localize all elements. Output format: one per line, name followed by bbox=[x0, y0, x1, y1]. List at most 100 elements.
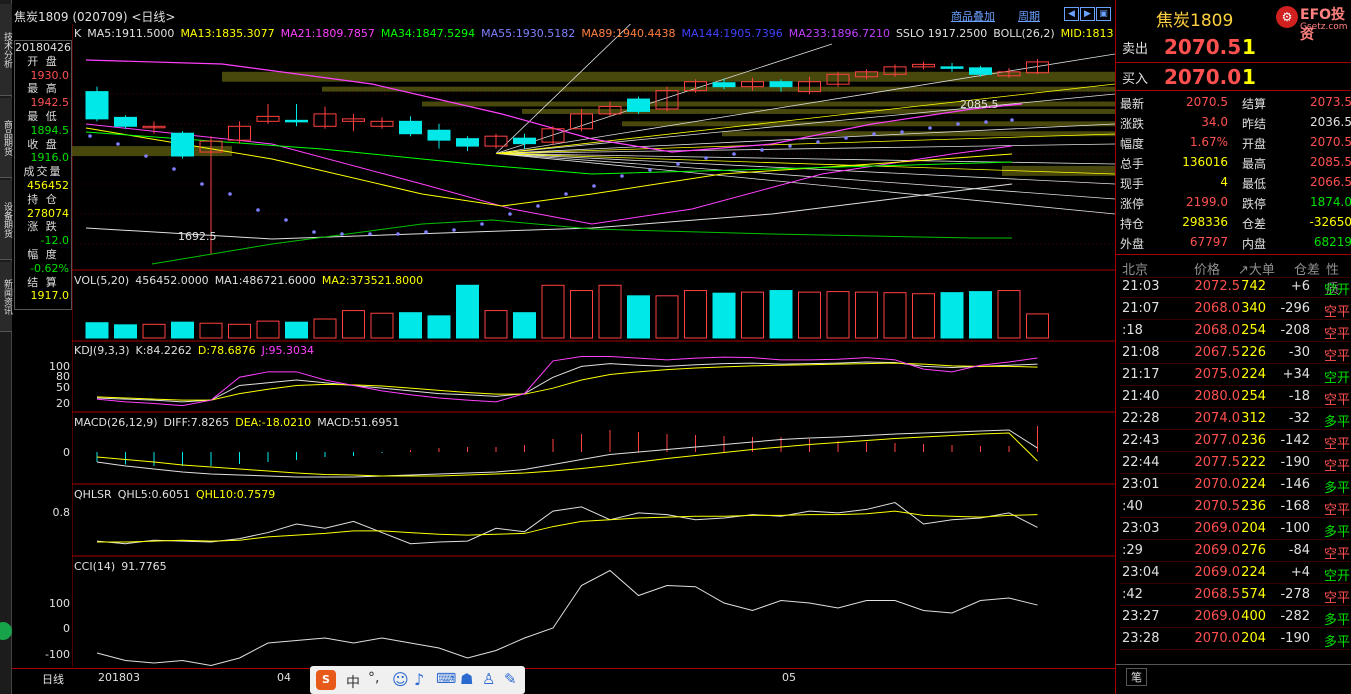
legend-item: K bbox=[74, 27, 82, 40]
boll-dot bbox=[200, 182, 204, 186]
ime-logo-icon[interactable]: S bbox=[316, 670, 336, 690]
boll-dot bbox=[368, 232, 372, 236]
legend-item: VOL(5,20) bbox=[74, 274, 130, 287]
keyboard-icon[interactable]: ⌨ bbox=[436, 671, 456, 687]
kdj-indicator-legend: KDJ(9,3,3) K:84.2262 D:78.6876 J:95.3034 bbox=[74, 344, 320, 357]
y-axis-label: 0 bbox=[63, 622, 70, 635]
trade-type: 空开 bbox=[1324, 283, 1351, 298]
trade-oi: +6 bbox=[1290, 279, 1310, 294]
volume-bar bbox=[513, 312, 536, 339]
trade-oi: -168 bbox=[1280, 499, 1310, 514]
volume-bar bbox=[199, 322, 223, 339]
volume-bar bbox=[427, 315, 451, 339]
volume-indicator-legend: VOL(5,20) 456452.0000 MA1:486721.6000 MA2:3… bbox=[74, 274, 429, 287]
tools-icon[interactable]: ✎ bbox=[504, 670, 517, 688]
trade-row: :18 2068.0 254 -208 空平 bbox=[1120, 320, 1350, 342]
boll-dot bbox=[732, 152, 736, 156]
price-band bbox=[72, 146, 232, 157]
boll-dot bbox=[984, 120, 988, 124]
symbol-title: 焦炭1809 bbox=[1156, 11, 1234, 31]
volume-bar bbox=[826, 291, 850, 339]
y-axis-label: 20 bbox=[56, 397, 70, 410]
volume-bar bbox=[114, 324, 137, 339]
quote-value: 68219 bbox=[1313, 235, 1351, 249]
trade-oi: +4 bbox=[1290, 565, 1310, 580]
trade-row: 23:04 2069.0 224 +4 空开 bbox=[1120, 562, 1350, 584]
trade-time: :18 bbox=[1122, 323, 1143, 338]
boll-dot bbox=[760, 148, 764, 152]
x-axis-period: 日线 bbox=[42, 673, 64, 686]
trade-type: 多平 bbox=[1324, 415, 1351, 430]
trade-vol: 224 bbox=[1241, 565, 1266, 580]
emoji-icon[interactable]: ☺ bbox=[392, 670, 409, 689]
mic-icon[interactable]: ♪ bbox=[414, 670, 424, 689]
legend-item: QHLSR bbox=[74, 488, 112, 501]
skin-icon[interactable]: ☗ bbox=[460, 670, 473, 688]
info-label: 最 高 bbox=[27, 82, 59, 96]
overlay-button[interactable]: 商品叠加 bbox=[951, 8, 995, 24]
trade-time: 21:08 bbox=[1122, 345, 1160, 360]
legend-item: QHL5:0.6051 bbox=[117, 488, 190, 501]
prev-icon[interactable]: ◀ bbox=[1064, 7, 1079, 21]
boll-dot bbox=[228, 192, 232, 196]
period-button[interactable]: 周期 bbox=[1018, 8, 1040, 24]
tab-equipment-futures[interactable]: 设备期货 bbox=[0, 180, 12, 260]
chart-area[interactable]: K MA5:1911.5000 MA13:1835.3077 MA21:1809.78… bbox=[71, 0, 1116, 667]
info-value: 1917.0 bbox=[30, 289, 70, 303]
x-axis-label: 201803 bbox=[98, 671, 140, 684]
quote-value: 136016 bbox=[1182, 155, 1228, 169]
candle-body bbox=[85, 91, 109, 120]
tab-commodity-futures[interactable]: 商品期货 bbox=[0, 98, 12, 178]
next-icon[interactable]: ▶ bbox=[1080, 7, 1095, 21]
float-ball-icon[interactable] bbox=[0, 622, 12, 640]
quote-label: 最新 bbox=[1120, 97, 1145, 111]
ime-punct-icon[interactable]: °, bbox=[368, 670, 379, 686]
tab-ticks[interactable]: 笔 bbox=[1126, 668, 1147, 686]
info-label: 收 盘 bbox=[27, 137, 59, 151]
volume-bar bbox=[655, 295, 679, 339]
trade-vol: 312 bbox=[1241, 411, 1266, 426]
volume-bar bbox=[684, 290, 707, 339]
expand-icon[interactable]: ▣ bbox=[1096, 7, 1111, 21]
trades-header: 北京 价格 ↗大单 仓差 性质 bbox=[1120, 256, 1350, 297]
candle-body bbox=[171, 132, 194, 157]
trade-type: 空平 bbox=[1324, 349, 1351, 364]
legend-item: KDJ(9,3,3) bbox=[74, 344, 130, 357]
quote-value: 2036.5 bbox=[1310, 115, 1351, 129]
trade-vol: 236 bbox=[1241, 499, 1266, 514]
trade-time: :42 bbox=[1122, 587, 1143, 602]
trade-type: 空平 bbox=[1324, 547, 1351, 562]
legend-item: 456452.0000 bbox=[135, 274, 209, 287]
trade-vol: 222 bbox=[1241, 455, 1266, 470]
trade-vol: 226 bbox=[1241, 345, 1266, 360]
candle-body bbox=[940, 66, 964, 69]
info-value: 1942.5 bbox=[30, 96, 70, 110]
tab-technical-analysis[interactable]: 技术分析 bbox=[0, 4, 12, 96]
legend-item: MA21:1809.7857 bbox=[280, 27, 375, 40]
trade-time: 21:40 bbox=[1122, 389, 1160, 404]
trade-vol: 254 bbox=[1241, 389, 1266, 404]
tab-news[interactable]: 新闻资讯 bbox=[0, 262, 12, 332]
ma5-line bbox=[85, 183, 1013, 240]
trade-type: 多平 bbox=[1324, 525, 1351, 540]
quote-label: 跌停 bbox=[1242, 197, 1267, 211]
quote-value: 1.67% bbox=[1189, 135, 1228, 149]
info-value: 1894.5 bbox=[30, 123, 70, 137]
quote-value: 34.0 bbox=[1201, 115, 1228, 129]
boll-dot bbox=[872, 132, 876, 136]
legend-item: MA2:373521.8000 bbox=[321, 274, 424, 287]
ime-mode-icon[interactable]: 中 bbox=[346, 672, 360, 692]
trade-time: 21:07 bbox=[1122, 301, 1160, 316]
legend-item: CCI(14) bbox=[74, 560, 116, 573]
trade-row: 21:40 2080.0 254 -18 空平 bbox=[1120, 386, 1350, 408]
legend-item: MID:1813 bbox=[1060, 27, 1114, 40]
info-label: 成交量 bbox=[23, 165, 63, 179]
candle-body bbox=[399, 120, 422, 135]
volume-bar bbox=[456, 284, 479, 339]
quote-label: 内盘 bbox=[1242, 237, 1267, 251]
candle-body bbox=[513, 137, 536, 145]
x-axis-label: 04 bbox=[277, 671, 291, 684]
volume-bar bbox=[598, 284, 622, 339]
shirt-icon[interactable]: ♙ bbox=[482, 670, 495, 688]
trade-vol: 742 bbox=[1241, 279, 1266, 294]
